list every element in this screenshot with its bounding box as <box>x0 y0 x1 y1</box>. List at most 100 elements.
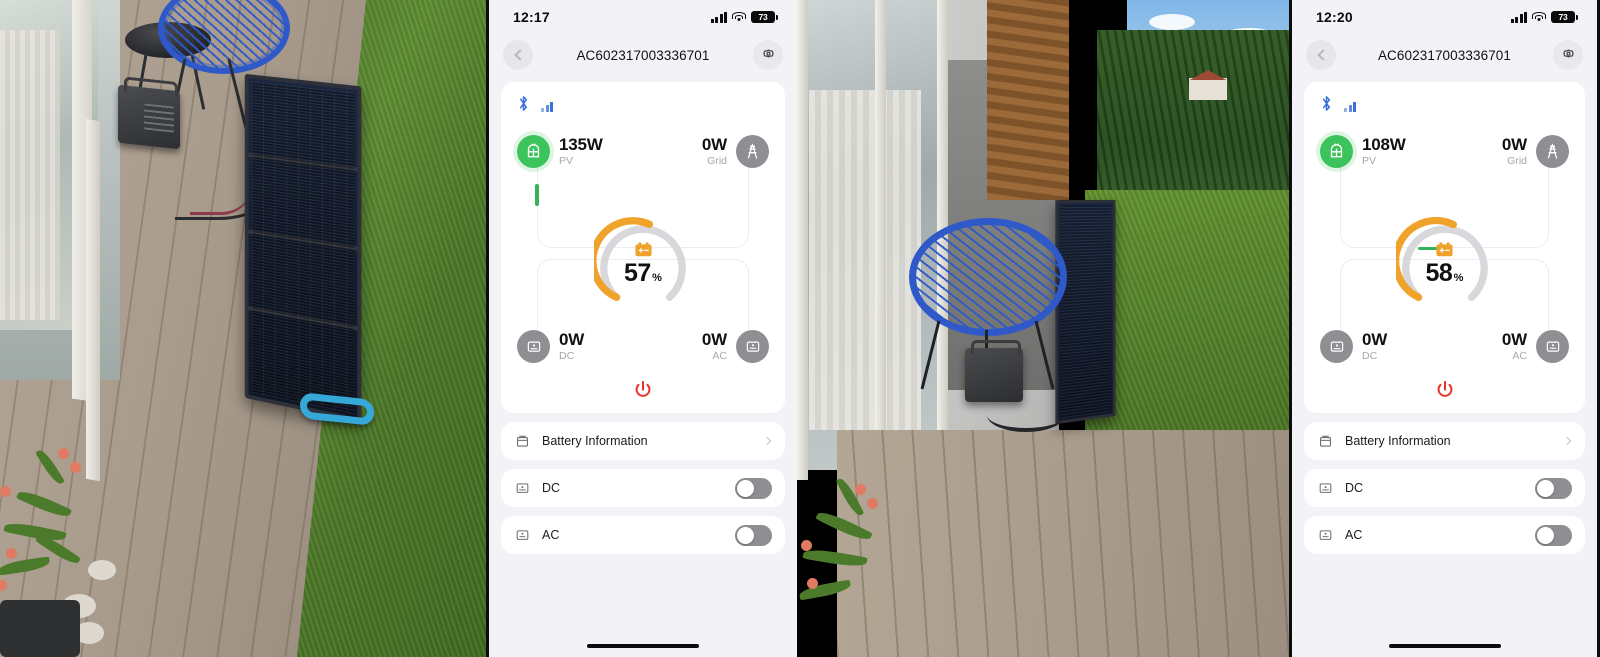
portable-solar-panel <box>244 73 362 423</box>
power-grid-tower-icon <box>1536 135 1569 168</box>
node-dc-text: 0W DC <box>1362 330 1387 363</box>
row-ac-toggle[interactable]: AC <box>1304 516 1585 554</box>
row-battery-information[interactable]: Battery Information <box>501 422 785 460</box>
percent-sign: % <box>1453 271 1464 284</box>
battery-level-label: 73 <box>758 12 768 22</box>
solar-cable <box>190 155 252 215</box>
battery-info-icon <box>514 433 531 450</box>
ac-toggle[interactable] <box>735 524 772 546</box>
row-battery-information[interactable]: Battery Information <box>1304 422 1585 460</box>
row-dc-toggle[interactable]: DC <box>501 469 785 507</box>
back-button[interactable] <box>1306 40 1336 70</box>
row-label: AC <box>542 528 560 542</box>
dc-output-icon <box>517 330 550 363</box>
battery-charge-icon <box>633 241 654 258</box>
settings-button[interactable] <box>1553 40 1583 70</box>
signal-bars-icon <box>1344 101 1357 112</box>
solar-panel-icon <box>1320 135 1353 168</box>
node-grid-text: 0W Grid <box>1502 135 1527 168</box>
node-dc: 0W DC <box>517 330 584 363</box>
navigation-bar: AC602317003336701 <box>1292 34 1597 76</box>
battery-charge-icon <box>1434 241 1455 258</box>
battery-icon: 73 <box>1551 11 1578 23</box>
pv-label: PV <box>559 155 574 168</box>
door-frame <box>875 0 886 480</box>
chevron-left-icon <box>1316 49 1329 61</box>
dc-label: DC <box>1362 350 1378 363</box>
node-grid: 0W Grid <box>702 135 769 168</box>
potted-plant <box>797 476 917 657</box>
dc-output-icon <box>1317 480 1334 497</box>
battery-percent: 58 <box>1425 258 1453 287</box>
wifi-icon <box>732 11 746 23</box>
dc-toggle[interactable] <box>735 477 772 499</box>
portable-power-station <box>965 340 1023 402</box>
node-ac-text: 0W AC <box>1501 329 1527 363</box>
row-ac-toggle[interactable]: AC <box>501 516 785 554</box>
chevron-left-icon <box>513 49 526 61</box>
power-flow-card: 135W PV 0W Grid 57 % 0W DC 0W AC <box>501 82 785 413</box>
row-label: Battery Information <box>1345 434 1451 448</box>
power-button[interactable] <box>1434 379 1456 401</box>
page-title: AC602317003336701 <box>1377 47 1512 63</box>
ac-label: AC <box>1512 350 1527 363</box>
wood-cladding <box>987 0 1069 200</box>
gauge-readout: 57 % <box>594 213 692 311</box>
folded-solar-panel <box>1055 199 1116 425</box>
pv-value: 135W <box>559 134 603 154</box>
dc-label: DC <box>559 350 575 363</box>
node-grid-text: 0W Grid <box>702 135 727 168</box>
cellular-signal-icon <box>1510 11 1527 23</box>
navigation-bar: AC602317003336701 <box>489 34 797 76</box>
ac-output-icon <box>1536 330 1569 363</box>
decor-stone <box>88 560 116 580</box>
back-button[interactable] <box>503 40 533 70</box>
row-dc-toggle[interactable]: DC <box>1304 469 1585 507</box>
dc-toggle[interactable] <box>1535 477 1572 499</box>
power-cable <box>987 398 1065 432</box>
node-pv-text: 108W PV <box>1362 134 1406 167</box>
power-grid-tower-icon <box>736 135 769 168</box>
bluetooth-icon <box>1320 95 1333 112</box>
dc-output-icon <box>514 480 531 497</box>
percent-sign: % <box>652 271 662 284</box>
ac-toggle[interactable] <box>1535 524 1572 546</box>
cellular-signal-icon <box>710 11 727 23</box>
portable-power-station <box>118 84 180 150</box>
bluetooth-icon <box>517 95 530 112</box>
settings-button[interactable] <box>753 40 783 70</box>
ac-output-icon <box>1317 527 1334 544</box>
ac-output-icon <box>514 527 531 544</box>
dc-value: 0W <box>559 329 585 349</box>
door-frame-secondary <box>86 118 100 482</box>
gauge-percent-wrap: 57 % <box>624 259 662 288</box>
power-flow-card: 108W PV 0W Grid 58 % 0W DC 0W AC <box>1304 82 1585 413</box>
node-grid: 0W Grid <box>1502 135 1569 168</box>
pv-value: 108W <box>1362 134 1406 154</box>
battery-info-icon <box>1317 433 1334 450</box>
chevron-right-icon <box>1562 436 1572 446</box>
screenshot-strip: 12:17 73 AC602317003336701 135W PV 0W Gr… <box>0 0 1600 657</box>
app-screen-second: 12:20 73 AC602317003336701 108W PV 0W Gr… <box>1289 0 1600 657</box>
window-curtain <box>809 90 921 430</box>
row-label: AC <box>1345 528 1363 542</box>
panel-seam <box>248 306 358 331</box>
status-indicators: 73 <box>1510 11 1578 23</box>
ac-value: 0W <box>1501 329 1527 349</box>
cloud <box>1149 14 1195 30</box>
photo-deck-solar-panel <box>0 0 486 657</box>
status-indicators: 73 <box>710 11 778 23</box>
gear-icon <box>761 48 776 63</box>
connection-badges <box>517 95 554 112</box>
battery-gauge: 58 % <box>1395 213 1494 311</box>
power-button[interactable] <box>632 379 654 401</box>
row-label: Battery Information <box>542 434 648 448</box>
grid-label: Grid <box>707 155 727 168</box>
door-frame <box>797 0 808 480</box>
home-indicator[interactable] <box>1388 644 1501 648</box>
dc-output-icon <box>1320 330 1353 363</box>
grid-label: Grid <box>1507 155 1527 168</box>
battery-icon: 73 <box>751 11 778 23</box>
battery-level-label: 73 <box>1558 12 1568 22</box>
home-indicator[interactable] <box>587 644 699 648</box>
